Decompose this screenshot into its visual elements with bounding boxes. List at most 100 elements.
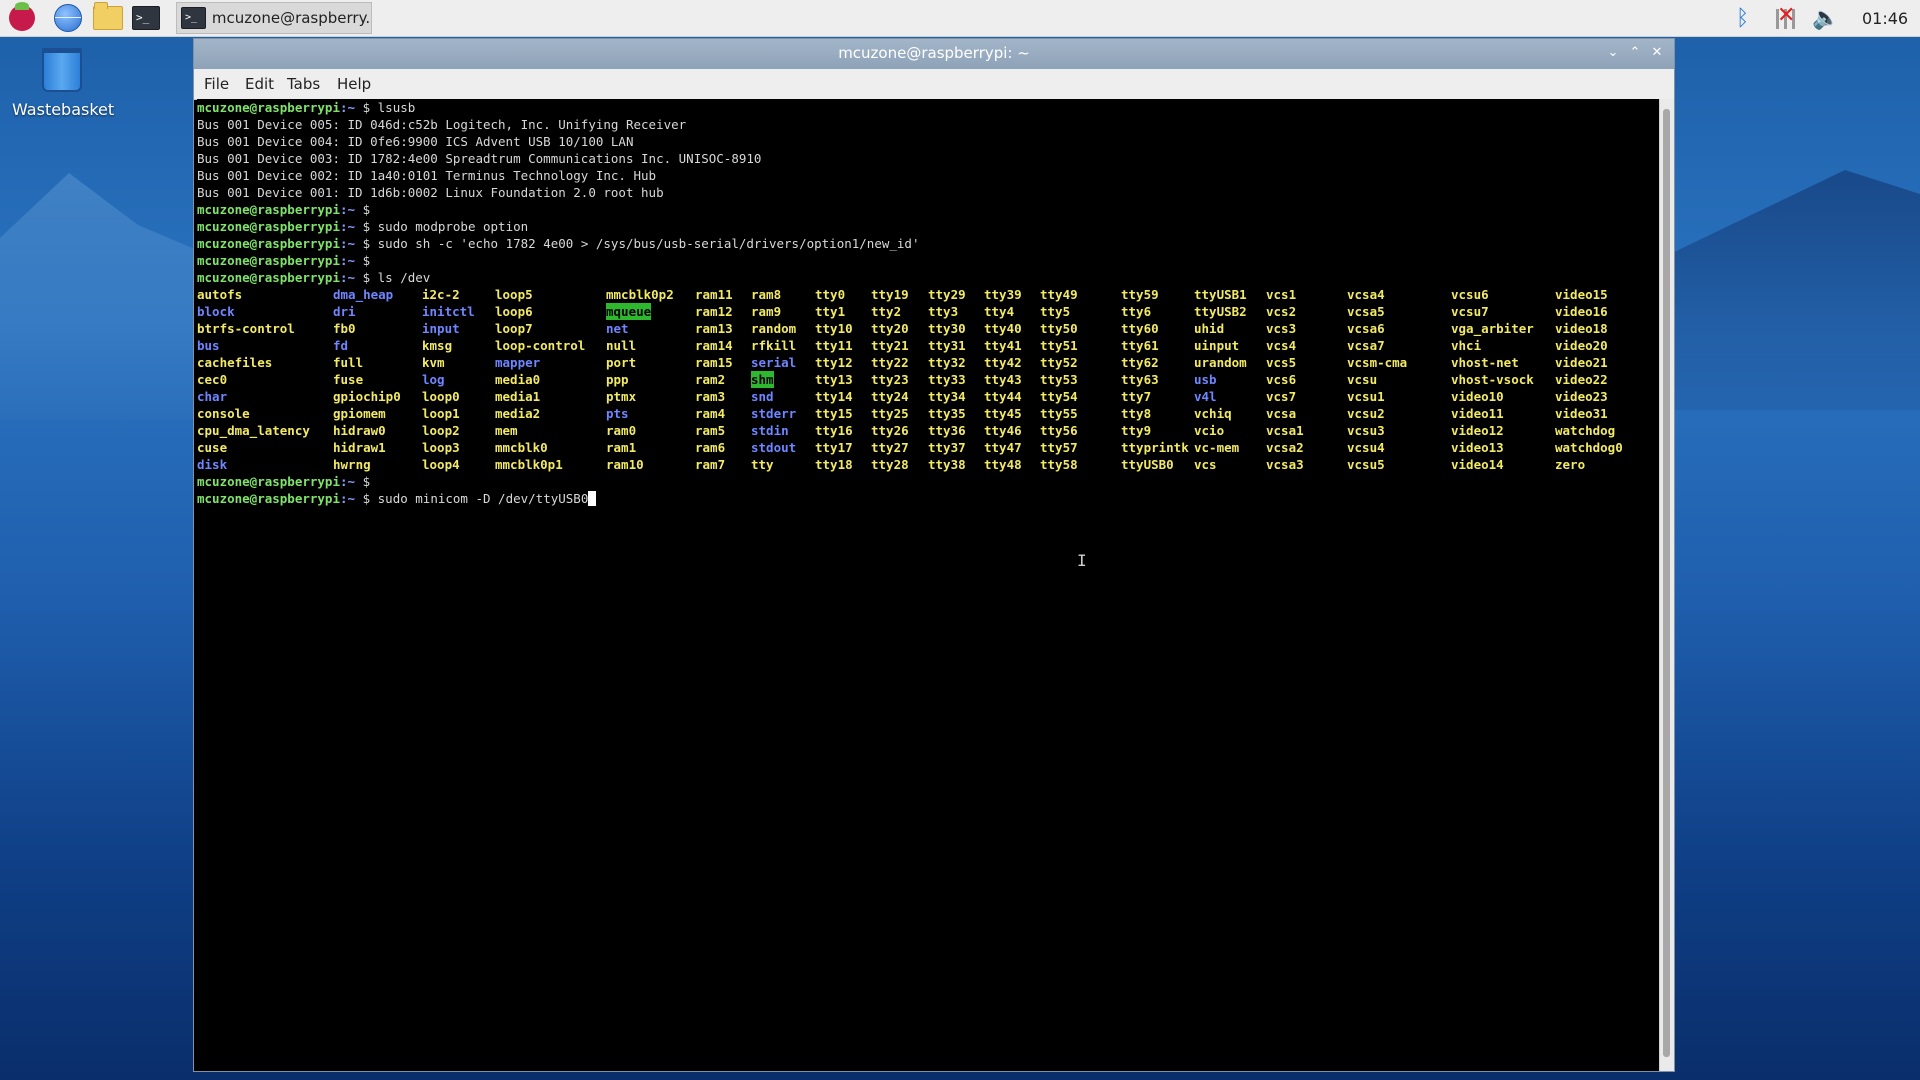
ls-entry: tty23	[871, 372, 909, 387]
ls-entry: loop-control	[495, 338, 586, 353]
prompt-user: mcuzone@raspberrypi	[197, 474, 340, 489]
ls-entry: ram5	[695, 423, 726, 438]
ls-entry: tty47	[984, 440, 1022, 455]
ls-entry: tty7	[1121, 389, 1152, 404]
ls-entry: video15	[1555, 287, 1608, 302]
ls-entry: kmsg	[422, 338, 453, 353]
ls-entry: ttyprintk	[1121, 440, 1189, 455]
menu-edit[interactable]: Edit	[245, 75, 274, 93]
ls-entry: tty30	[928, 321, 966, 336]
ls-entry: vcs3	[1266, 321, 1297, 336]
ls-entry: fb0	[333, 321, 356, 336]
ls-entry: tty8	[1121, 406, 1152, 421]
ls-entry: mmcblk0p2	[606, 287, 674, 302]
close-button[interactable]: ✕	[1648, 44, 1666, 62]
ls-entry: tty38	[928, 457, 966, 472]
terminal-output[interactable]: mcuzone@raspberrypi:~ $ lsusb Bus 001 Dev…	[197, 99, 1660, 1071]
ls-entry: media0	[495, 372, 541, 387]
ls-entry: video23	[1555, 389, 1608, 404]
ls-entry: video11	[1451, 406, 1504, 421]
ls-entry: uhid	[1194, 321, 1225, 336]
ls-entry: video21	[1555, 355, 1608, 370]
prompt-path: :~	[340, 253, 356, 268]
minimize-button[interactable]: ⌄	[1604, 44, 1622, 62]
ls-entry: watchdog	[1555, 423, 1616, 438]
ls-entry: tty1	[815, 304, 846, 319]
terminal-launcher-button[interactable]: >_	[130, 3, 162, 33]
menu-help[interactable]: Help	[337, 75, 371, 93]
ls-entry: ram1	[606, 440, 637, 455]
ls-entry: disk	[197, 457, 228, 472]
ls-entry: tty44	[984, 389, 1022, 404]
ls-entry: vcsu6	[1451, 287, 1489, 302]
web-browser-button[interactable]	[52, 3, 84, 33]
ls-entry: ppp	[606, 372, 629, 387]
ls-entry: tty3	[928, 304, 959, 319]
ls-entry: tty51	[1040, 338, 1078, 353]
ls-entry: ttyUSB1	[1194, 287, 1247, 302]
prompt-path: :~	[340, 100, 356, 115]
ls-entry: ram11	[695, 287, 733, 302]
globe-icon	[54, 4, 82, 32]
ls-entry: ram15	[695, 355, 733, 370]
terminal-line: mcuzone@raspberrypi:~ $ sudo sh -c 'echo…	[197, 235, 920, 252]
file-manager-button[interactable]	[92, 2, 124, 33]
ls-entry: uinput	[1194, 338, 1240, 353]
ls-entry: media1	[495, 389, 541, 404]
network-tray-button[interactable]: ✕	[1774, 0, 1798, 36]
taskbar-window-label: mcuzone@raspberry...	[211, 9, 371, 27]
maximize-button[interactable]: ⌃	[1626, 44, 1644, 62]
ls-entry: tty50	[1040, 321, 1078, 336]
raspberry-pi-icon	[9, 2, 35, 31]
ls-entry: ram9	[751, 304, 782, 319]
ls-entry: tty29	[928, 287, 966, 302]
ls-entry: tty61	[1121, 338, 1159, 353]
ls-entry: tty2	[871, 304, 902, 319]
taskbar-window-button[interactable]: >_ mcuzone@raspberry...	[176, 2, 372, 34]
menu-tabs[interactable]: Tabs	[287, 75, 320, 93]
prompt-user: mcuzone@raspberrypi	[197, 270, 340, 285]
ls-entry: tty32	[928, 355, 966, 370]
bluetooth-tray-button[interactable]: ᛒ	[1736, 0, 1749, 36]
volume-tray-button[interactable]: 🔈	[1812, 0, 1839, 36]
raspberry-menu-button[interactable]	[6, 2, 38, 33]
desktop-icon-wastebasket[interactable]: Wastebasket	[12, 48, 114, 119]
window-titlebar[interactable]: mcuzone@raspberrypi: ~ ⌄ ⌃ ✕	[194, 39, 1674, 69]
ls-entry: zero	[1555, 457, 1586, 472]
ls-entry: vcsu	[1347, 372, 1378, 387]
ls-entry: block	[197, 304, 235, 319]
ls-entry: cuse	[197, 440, 228, 455]
ls-entry: tty58	[1040, 457, 1078, 472]
ls-entry: tty13	[815, 372, 853, 387]
ls-entry: video16	[1555, 304, 1608, 319]
ls-entry: pts	[606, 406, 629, 421]
ls-entry: ram8	[751, 287, 782, 302]
ls-entry: tty40	[984, 321, 1022, 336]
prompt-path: :~	[340, 236, 356, 251]
menu-file[interactable]: File	[204, 75, 229, 93]
ls-entry: vhost-vsock	[1451, 372, 1534, 387]
volume-icon: 🔈	[1812, 5, 1840, 31]
ls-entry: dri	[333, 304, 356, 319]
ls-entry: stdout	[751, 440, 797, 455]
ls-entry: mem	[495, 423, 518, 438]
ls-entry: console	[197, 406, 250, 421]
terminal-line: mcuzone@raspberrypi:~ $	[197, 473, 378, 490]
ls-entry: tty19	[871, 287, 909, 302]
ls-entry: urandom	[1194, 355, 1247, 370]
clock[interactable]: 01:46	[1862, 0, 1908, 36]
ls-entry: serial	[751, 355, 797, 370]
bluetooth-icon: ᛒ	[1736, 5, 1750, 31]
terminal-output-line: Bus 001 Device 004: ID 0fe6:9900 ICS Adv…	[197, 134, 634, 149]
command-text: $	[355, 202, 378, 217]
close-icon: ✕	[1651, 45, 1663, 60]
terminal-scrollbar[interactable]	[1659, 99, 1674, 1071]
command-text: $ sudo minicom -D /dev/ttyUSB0	[355, 491, 589, 506]
scrollbar-thumb[interactable]	[1663, 109, 1670, 1057]
prompt-user: mcuzone@raspberrypi	[197, 236, 340, 251]
ls-entry: usb	[1194, 372, 1217, 387]
ls-entry: tty48	[984, 457, 1022, 472]
ls-entry: loop3	[422, 440, 460, 455]
ls-entry: tty35	[928, 406, 966, 421]
ls-entry: v4l	[1194, 389, 1217, 404]
